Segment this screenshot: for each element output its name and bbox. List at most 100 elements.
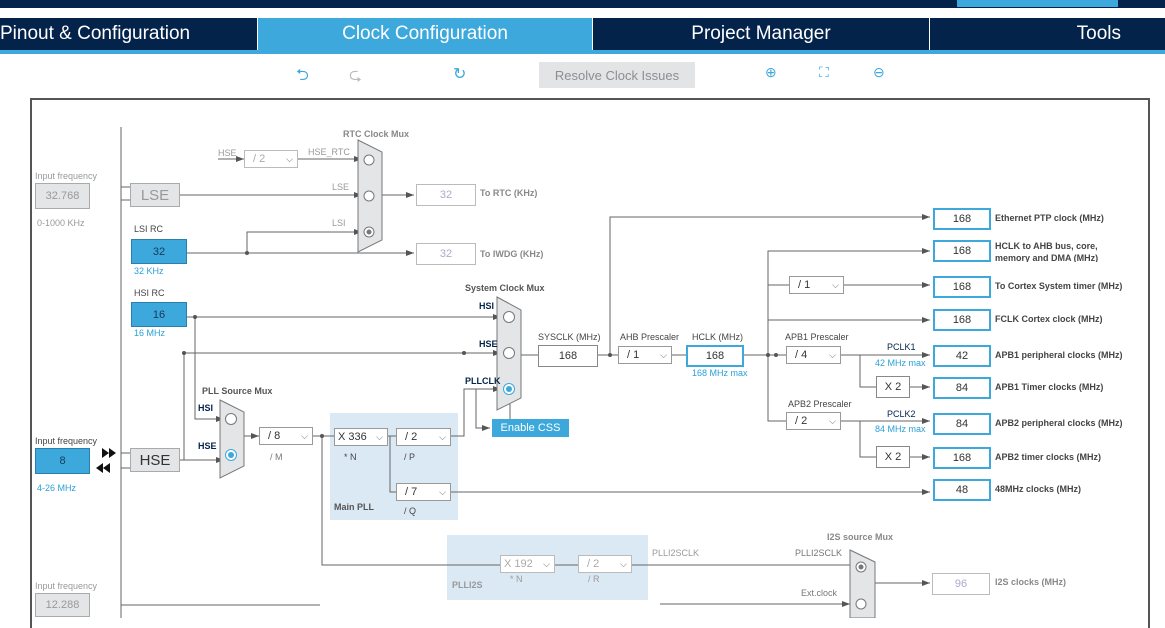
output-clock-label: HCLK to AHB bus, core, memory and DMA (M…	[995, 241, 1099, 262]
select-value: / 2	[405, 431, 418, 443]
output-clock-value[interactable]: 168	[933, 447, 991, 469]
sysclk-label: SYSCLK (MHz)	[538, 332, 601, 342]
cortex-timer-divider-select[interactable]: / 1 ⌵	[789, 276, 844, 294]
output-clock-value[interactable]: 84	[933, 413, 991, 435]
chevron-down-icon: ⌵	[439, 486, 446, 497]
plli2s-n-select[interactable]: X 192 ⌵	[500, 555, 555, 573]
output-clock-value[interactable]: 168	[933, 276, 991, 298]
pllmux-hse-label: HSE	[198, 441, 217, 451]
chevron-down-icon: ⌵	[439, 431, 446, 442]
lse-block: LSE	[130, 183, 180, 207]
lsi-value: 32	[131, 239, 187, 264]
output-clock-label: APB1 peripheral clocks (MHz)	[995, 350, 1123, 360]
output-clock-label: Ethernet PTP clock (MHz)	[995, 213, 1104, 223]
rtc-mux-title: RTC Clock Mux	[343, 129, 410, 139]
select-value: / 1	[798, 279, 811, 291]
plli2s-n-label: * N	[510, 574, 523, 584]
rtc-output: 32	[416, 184, 476, 206]
select-value: X 192	[504, 558, 533, 570]
i2s-mux-title: I2S source Mux	[827, 532, 894, 542]
pclk2-label: PCLK2	[887, 409, 916, 419]
output-clock-value[interactable]: 84	[933, 377, 991, 399]
output-clock-label: APB2 timer clocks (MHz)	[995, 452, 1102, 462]
pll-source-mux	[219, 399, 245, 479]
output-clock-value[interactable]: 168	[933, 240, 991, 262]
pll-q-label: / Q	[404, 506, 417, 516]
chevron-down-icon: ⌵	[376, 431, 383, 442]
output-clock-value[interactable]: 48	[933, 479, 991, 501]
select-value: / 8	[268, 430, 281, 442]
apb1-prescaler-select[interactable]: / 4 ⌵	[786, 346, 841, 364]
lsi-title: LSI RC	[134, 224, 164, 234]
apb2-prescaler-label: APB2 Prescaler	[788, 399, 852, 409]
plli2s-r-select[interactable]: / 2 ⌵	[578, 555, 632, 573]
lse-input-label: Input frequency	[35, 171, 98, 181]
pll-n-select[interactable]: X 336 ⌵	[334, 428, 388, 446]
select-value: / 2	[587, 558, 600, 570]
pll-m-select[interactable]: / 8 ⌵	[259, 427, 313, 445]
lse-range: 0-1000 KHz	[37, 218, 85, 228]
rtc-output-label: To RTC (KHz)	[480, 188, 538, 198]
apb1-timer-multiplier: X 2	[876, 376, 910, 398]
pllmux-hsi-label: HSI	[198, 403, 214, 413]
hse-range: 4-26 MHz	[37, 483, 77, 493]
hsi-note: 16 MHz	[134, 328, 166, 338]
output-clock-value[interactable]: 168	[933, 208, 991, 230]
sysmux-hse-label: HSE	[479, 339, 498, 349]
rtc-lsi-label: LSI	[332, 218, 346, 228]
select-value: / 2	[795, 415, 808, 427]
output-clock-label: To Cortex System timer (MHz)	[995, 281, 1123, 291]
i2s-ext-input-label: Input frequency	[35, 581, 98, 591]
ahb-prescaler-label: AHB Prescaler	[620, 332, 680, 342]
sysmux-hsi-label: HSI	[479, 301, 495, 311]
apb2-timer-multiplier: X 2	[876, 446, 910, 468]
chevron-down-icon: ⌵	[543, 558, 550, 569]
chevron-down-icon: ⌵	[660, 349, 667, 360]
output-clock-value[interactable]: 42	[933, 345, 991, 367]
select-value: / 4	[795, 349, 808, 361]
rtc-hse-label: HSE	[218, 148, 237, 158]
hclk-label: HCLK (MHz)	[692, 332, 743, 342]
output-clock-value[interactable]: 168	[933, 309, 991, 331]
pll-m-label: / M	[270, 452, 283, 462]
output-clock-label: 48MHz clocks (MHz)	[995, 484, 1082, 494]
plli2s-title: PLLI2S	[452, 580, 483, 590]
i2smux-ext-label: Ext.clock	[801, 588, 838, 598]
hsi-title: HSI RC	[134, 288, 165, 298]
plli2sclk-label: PLLI2SCLK	[652, 548, 700, 558]
apb2-prescaler-select[interactable]: / 2 ⌵	[786, 412, 841, 430]
output-clock-label: APB1 Timer clocks (MHz)	[995, 382, 1104, 392]
main-pll-title: Main PLL	[334, 502, 374, 512]
hclk-value[interactable]: 168	[686, 345, 744, 367]
rtc-hse-divider-select[interactable]: / 2 ⌵	[244, 150, 298, 168]
lsi-note: 32 KHz	[134, 266, 164, 276]
iwdg-output: 32	[416, 243, 476, 265]
chevron-down-icon: ⌵	[832, 279, 839, 290]
i2s-clock-label: I2S clocks (MHz)	[995, 577, 1067, 587]
hse-rtc-label: HSE_RTC	[308, 147, 350, 157]
pclk1-max: 42 MHz max	[875, 358, 926, 368]
chevron-down-icon: ⌵	[829, 415, 836, 426]
hclk-max: 168 MHz max	[692, 368, 748, 378]
pclk1-label: PCLK1	[887, 342, 916, 352]
pll-source-mux-title: PLL Source Mux	[202, 386, 273, 396]
apb1-prescaler-label: APB1 Prescaler	[785, 332, 849, 342]
ahb-prescaler-select[interactable]: / 1 ⌵	[618, 346, 672, 364]
lse-input-frequency[interactable]: 32.768	[35, 183, 90, 209]
chevron-down-icon: ⌵	[301, 430, 308, 441]
iwdg-output-label: To IWDG (KHz)	[480, 249, 544, 259]
pll-p-select[interactable]: / 2 ⌵	[396, 428, 451, 446]
output-clock-label: APB2 peripheral clocks (MHz)	[995, 418, 1123, 428]
i2s-ext-input-frequency[interactable]: 12.288	[35, 593, 90, 617]
enable-css-button[interactable]: Enable CSS	[492, 419, 569, 437]
pll-q-select[interactable]: / 7 ⌵	[396, 483, 451, 501]
select-value: / 1	[627, 349, 640, 361]
hse-input-frequency[interactable]: 8	[35, 448, 90, 474]
select-value: X 336	[338, 431, 367, 443]
i2smux-plli2sclk-label: PLLI2SCLK	[795, 548, 843, 558]
hse-input-label: Input frequency	[35, 436, 98, 446]
sysclk-value[interactable]: 168	[538, 345, 598, 367]
pclk2-max: 84 MHz max	[875, 424, 926, 434]
select-value: / 7	[405, 486, 418, 498]
chevron-down-icon: ⌵	[620, 558, 627, 569]
